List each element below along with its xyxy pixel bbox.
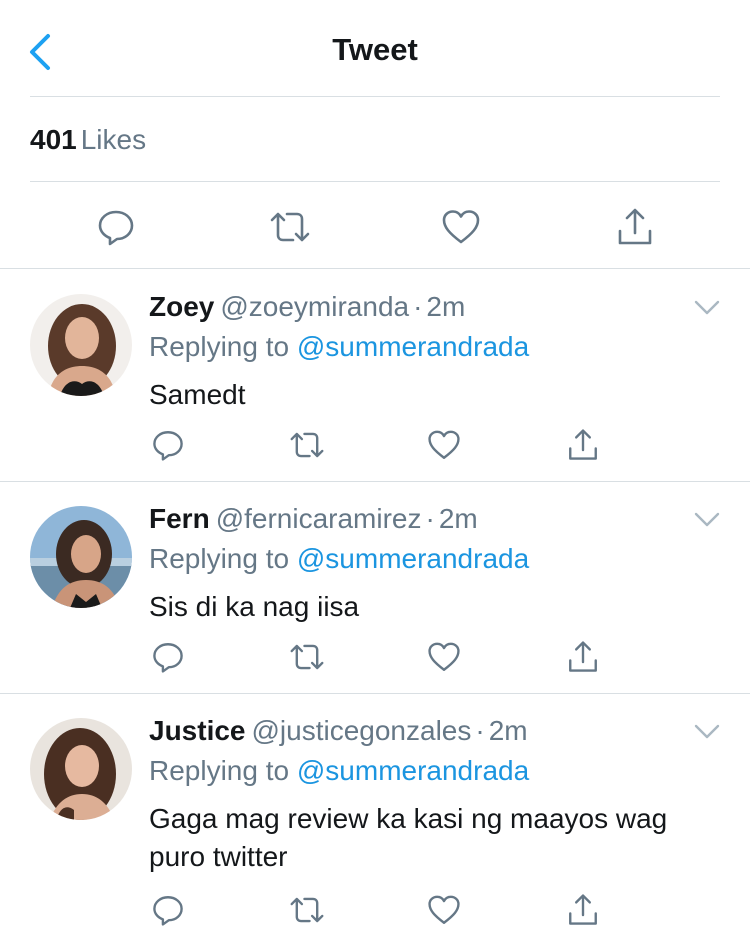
reply-item[interactable]: Zoey @zoeymiranda · 2m Replying to @summera… (0, 269, 750, 481)
timestamp: 2m (438, 503, 478, 534)
timestamp: 2m (488, 715, 528, 746)
timestamp: 2m (426, 291, 466, 322)
retweet-button[interactable] (263, 200, 317, 254)
separator-dot: · (413, 291, 423, 322)
reply-action-bar (0, 890, 750, 930)
chevron-down-icon (694, 724, 720, 739)
likes-label: Likes (80, 124, 147, 155)
nav-bar: Tweet (0, 0, 750, 96)
reply-icon (153, 643, 183, 673)
heart-icon (442, 210, 480, 244)
user-handle[interactable]: @justicegonzales (252, 715, 472, 746)
reply-button[interactable] (89, 200, 143, 254)
share-button[interactable] (563, 637, 603, 677)
replying-to: Replying to @summerandrada (149, 331, 529, 363)
more-options-button[interactable] (694, 723, 720, 741)
user-name[interactable]: Zoey (149, 291, 214, 322)
user-handle[interactable]: @zoeymiranda (220, 291, 409, 322)
share-button[interactable] (563, 890, 603, 930)
mention-link[interactable]: @summerandrada (297, 755, 529, 786)
mention-link[interactable]: @summerandrada (297, 331, 529, 362)
replying-prefix: Replying to (149, 755, 290, 786)
page-title: Tweet (332, 32, 418, 67)
reply-text: Gaga mag review ka kasi ng maayos wag pu… (149, 803, 668, 872)
avatar[interactable] (30, 294, 132, 396)
share-icon (569, 894, 597, 925)
replying-prefix: Replying to (149, 543, 290, 574)
reply-header: Fern @fernicaramirez · 2m (149, 503, 478, 535)
divider (30, 181, 720, 182)
retweet-icon (270, 212, 310, 242)
heart-icon (428, 642, 460, 671)
chevron-down-icon (694, 512, 720, 527)
mention-link[interactable]: @summerandrada (297, 543, 529, 574)
share-button[interactable] (608, 200, 662, 254)
retweet-button[interactable] (287, 425, 327, 465)
more-options-button[interactable] (694, 511, 720, 529)
like-button[interactable] (424, 890, 464, 930)
heart-icon (428, 895, 460, 924)
retweet-button[interactable] (287, 890, 327, 930)
reply-button[interactable] (148, 425, 188, 465)
reply-item[interactable]: Justice @justicegonzales · 2m Replying to @… (0, 694, 750, 944)
reply-item[interactable]: Fern @fernicaramirez · 2m Replying to @summ… (0, 482, 750, 693)
like-button[interactable] (434, 200, 488, 254)
reply-action-bar (0, 425, 750, 465)
retweet-icon (290, 644, 324, 670)
retweet-button[interactable] (287, 637, 327, 677)
likes-count: 401 (30, 124, 77, 155)
divider (30, 96, 720, 97)
avatar[interactable] (30, 506, 132, 608)
heart-icon (428, 430, 460, 459)
reply-icon (153, 896, 183, 926)
user-name[interactable]: Fern (149, 503, 210, 534)
share-icon (569, 641, 597, 672)
share-icon (569, 429, 597, 460)
avatar[interactable] (30, 718, 132, 820)
like-button[interactable] (424, 637, 464, 677)
reply-text: Sis di ka nag iisa (149, 591, 360, 622)
chevron-down-icon (694, 300, 720, 315)
user-handle[interactable]: @fernicaramirez (216, 503, 422, 534)
like-button[interactable] (424, 425, 464, 465)
reply-header: Zoey @zoeymiranda · 2m (149, 291, 465, 323)
tweet-action-bar (0, 200, 750, 254)
replying-to: Replying to @summerandrada (149, 755, 529, 787)
separator-dot: · (475, 715, 485, 746)
share-button[interactable] (563, 425, 603, 465)
separator-dot: · (425, 503, 435, 534)
reply-header: Justice @justicegonzales · 2m (149, 715, 528, 747)
replying-to: Replying to @summerandrada (149, 543, 529, 575)
reply-icon (153, 431, 183, 461)
share-icon (618, 208, 652, 245)
reply-button[interactable] (148, 637, 188, 677)
retweet-icon (290, 432, 324, 458)
user-name[interactable]: Justice (149, 715, 246, 746)
replying-prefix: Replying to (149, 331, 290, 362)
reply-button[interactable] (148, 890, 188, 930)
reply-icon (98, 210, 134, 246)
more-options-button[interactable] (694, 299, 720, 317)
reply-text: Samedt (149, 379, 246, 410)
retweet-icon (290, 897, 324, 923)
reply-action-bar (0, 637, 750, 677)
likes-count-link[interactable]: 401 Likes (30, 124, 146, 156)
